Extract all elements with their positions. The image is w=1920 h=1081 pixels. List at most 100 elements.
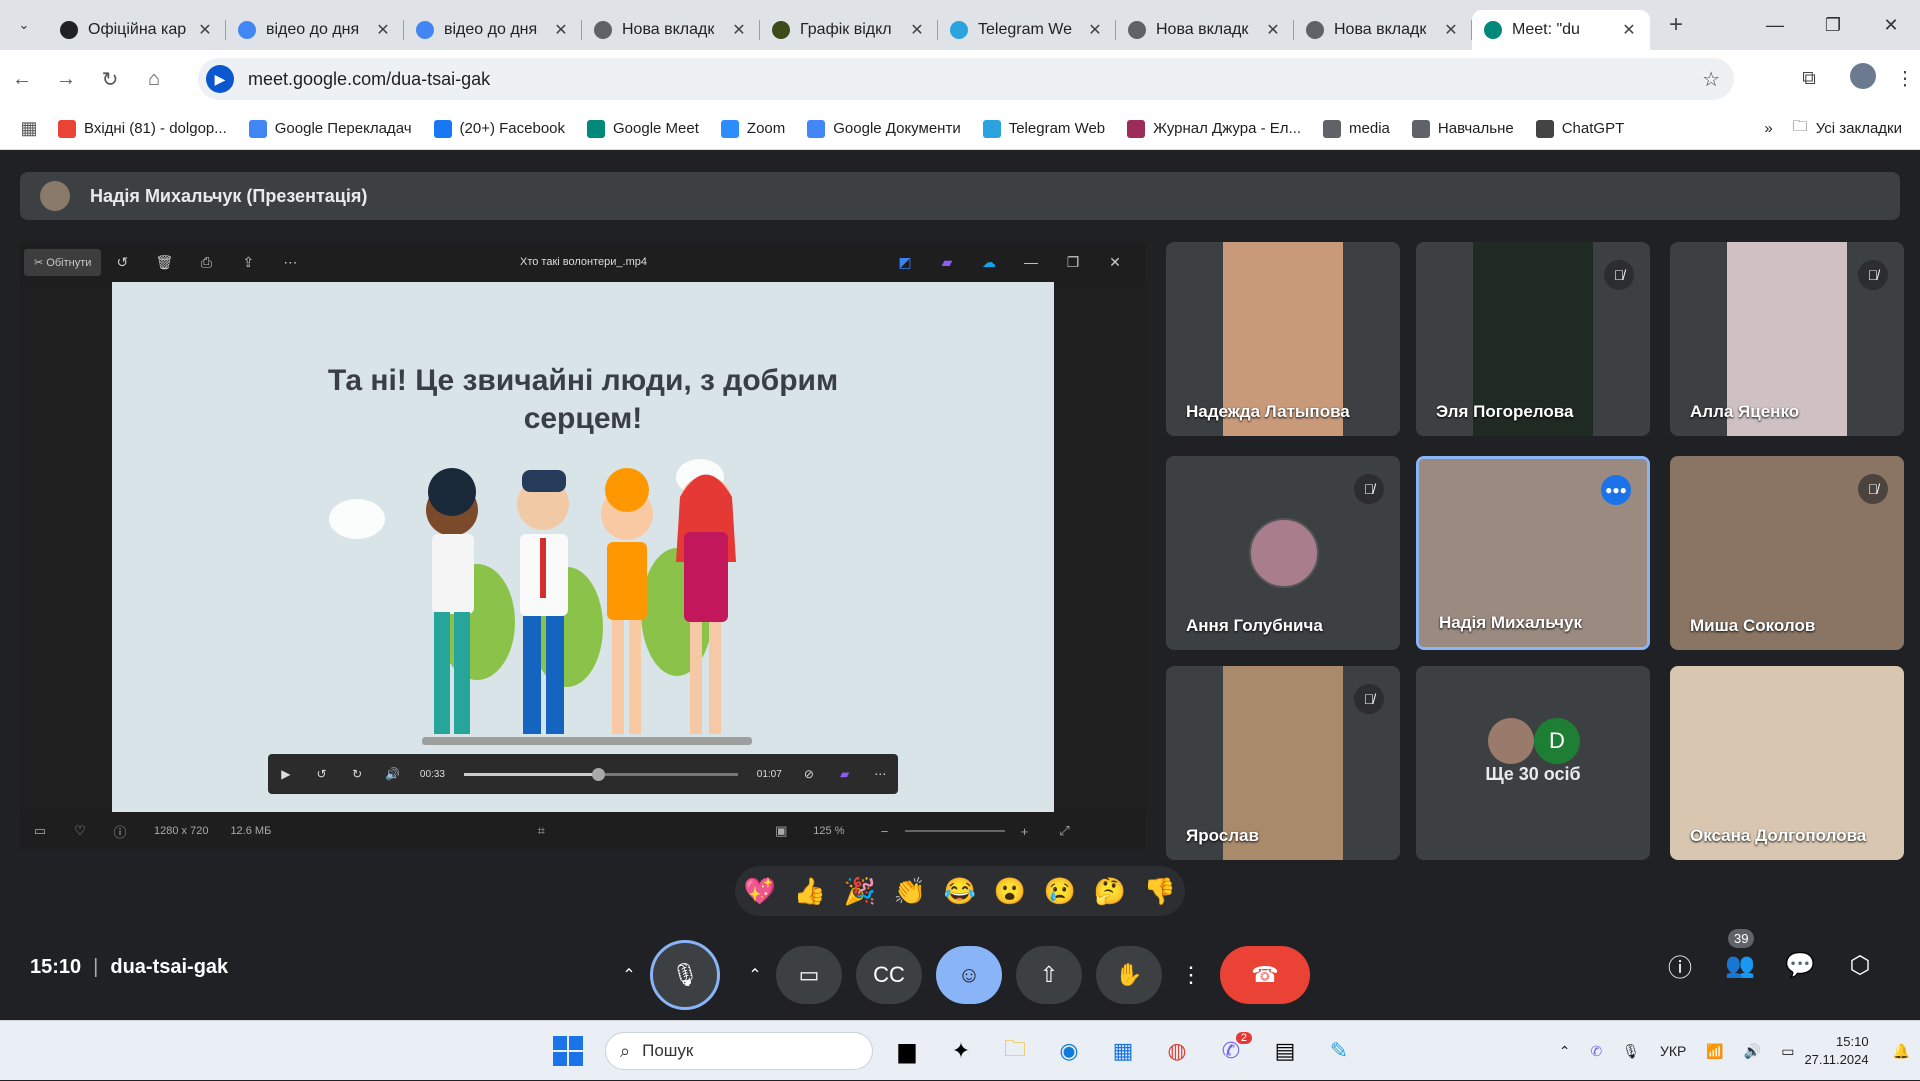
close-tab-icon[interactable]: ✕ [730,20,748,40]
close-tab-icon[interactable]: ✕ [1620,20,1638,40]
bookmark-item[interactable]: Zoom [720,119,785,138]
participant-tile[interactable]: D Ще 30 осіб [1416,666,1650,860]
language-indicator[interactable]: УКР [1660,1043,1686,1059]
seek-handle[interactable] [592,767,606,781]
filmstrip-icon[interactable]: ▭ [20,823,60,839]
close-tab-icon[interactable]: ✕ [552,20,570,40]
zoom-in-icon[interactable]: + [1005,824,1045,839]
bookmark-item[interactable]: Вхідні (81) - dolgop... [58,119,227,138]
video-frame[interactable]: Та ні! Це звичайні люди, з добрим серцем… [112,282,1054,812]
app-icon[interactable]: ▤ [1258,1038,1312,1064]
info-icon[interactable]: ⓘ [100,822,140,841]
close-tab-icon[interactable]: ✕ [374,20,392,40]
forward-icon[interactable]: → [44,68,88,91]
site-info-icon[interactable]: ▶ [206,65,234,93]
url-bar[interactable]: ▶ meet.google.com/dua-tsai-gak ☆ [198,58,1734,100]
close-tab-icon[interactable]: ✕ [908,20,926,40]
browser-tab[interactable]: Нова вкладк ✕ [1116,10,1294,50]
screenshot-icon[interactable]: ▣ [761,823,801,839]
clipchamp-small-icon[interactable]: ▰ [827,767,863,781]
clipchamp-icon[interactable]: ▰ [926,254,968,271]
file-explorer-icon[interactable]: 🗀 [988,1032,1042,1070]
browser-tab[interactable]: Офіційна кар ✕ [48,10,226,50]
restore-icon[interactable]: ❐ [1804,15,1862,36]
meeting-details-icon[interactable]: ⓘ [1650,948,1710,983]
bookmark-item[interactable]: media [1323,119,1390,138]
reaction-emoji[interactable]: 🎉 [844,876,876,907]
browser-tab[interactable]: відео до дня ✕ [226,10,404,50]
notifications-icon[interactable]: 🔔 [1893,1043,1910,1060]
wifi-icon[interactable]: 📶 [1706,1043,1723,1060]
more-options-icon[interactable]: ⋮ [1176,946,1206,1004]
rotate-icon[interactable]: ↺ [101,254,143,271]
paint-icon[interactable]: ✎ [1312,1038,1366,1064]
task-view-icon[interactable]: ▆ [880,1038,934,1064]
present-button[interactable]: ⇧ [1016,946,1082,1004]
reaction-emoji[interactable]: 😮 [994,876,1026,907]
bookmark-item[interactable]: (20+) Facebook [433,119,565,138]
reaction-emoji[interactable]: 😂 [944,876,976,907]
volume-icon[interactable]: 🔊 [375,767,411,781]
player-restore-icon[interactable]: ❐ [1052,254,1094,271]
seek-bar[interactable] [464,767,738,781]
copilot-icon[interactable]: ✦ [934,1038,988,1064]
bookmark-item[interactable]: Google Meet [587,119,699,138]
close-tab-icon[interactable]: ✕ [1264,20,1282,40]
bookmark-item[interactable]: Навчальне [1411,119,1514,138]
participant-tile[interactable]: 🎙̸ Ярослав [1166,666,1400,860]
fit-icon[interactable]: ⌗ [521,823,561,839]
new-tab-button[interactable]: + [1656,11,1696,39]
reactions-button[interactable]: ☺ [936,946,1002,1004]
mic-tray-icon[interactable]: 🎙 [1622,1043,1640,1060]
close-window-icon[interactable]: ✕ [1862,15,1920,36]
reaction-emoji[interactable]: 💖 [744,876,776,907]
menu-icon[interactable]: ⋮ [1890,68,1920,91]
onedrive-icon[interactable]: ☁ [968,254,1010,271]
bookmark-item[interactable]: Telegram Web [982,119,1105,138]
edit-icon[interactable]: ◩ [884,254,926,271]
activities-icon[interactable]: ⬡ [1830,951,1890,980]
player-close-icon[interactable]: ✕ [1094,254,1136,271]
more-icon[interactable]: ⋯ [269,254,311,271]
participant-tile[interactable]: 🎙̸ Миша Соколов [1670,456,1904,650]
captions-button[interactable]: CC [856,946,922,1004]
participant-tile[interactable]: Оксана Долгополова [1670,666,1904,860]
participant-tile[interactable]: 🎙̸ Эля Погорелова [1416,242,1650,436]
bookmark-item[interactable]: Google Перекладач [248,119,412,138]
trim-button[interactable]: ✂ Обітнути [24,248,102,276]
zoom-out-icon[interactable]: − [865,824,905,839]
video-options-icon[interactable]: ⌃ [734,946,776,1004]
print-icon[interactable]: ⎙ [185,254,227,271]
people-icon[interactable]: 👥 39 [1710,929,1770,980]
profile-avatar[interactable] [1836,63,1890,95]
participant-tile[interactable]: Надежда Латыпова [1166,242,1400,436]
fullscreen-icon[interactable]: ⤢ [1045,823,1085,839]
browser-tab[interactable]: Telegram We ✕ [938,10,1116,50]
browser-tab[interactable]: Графік відкл ✕ [760,10,938,50]
forward-30-icon[interactable]: ↻ [339,767,375,781]
rewind-10-icon[interactable]: ↺ [304,767,340,781]
favorite-icon[interactable]: ♡ [60,823,100,839]
browser-tab[interactable]: Нова вкладк ✕ [582,10,760,50]
apps-grid-icon[interactable]: ▦ [0,118,58,139]
browser-tab[interactable]: Нова вкладк ✕ [1294,10,1472,50]
tray-chevron-icon[interactable]: ⌃ [1559,1043,1571,1060]
participant-tile[interactable]: 🎙̸ Алла Яценко [1670,242,1904,436]
start-button[interactable] [553,1036,583,1066]
home-icon[interactable]: ⌂ [132,68,176,91]
taskbar-search[interactable]: ⌕ Пошук [605,1032,873,1070]
viber-tray-icon[interactable]: ✆ [1590,1043,1602,1060]
video-more-icon[interactable]: ⋯ [862,767,898,781]
minimize-icon[interactable]: — [1746,15,1804,36]
microphone-button[interactable]: 🎙 [650,940,720,1010]
extensions-icon[interactable]: ⧉ [1782,68,1836,90]
volume-tray-icon[interactable]: 🔊 [1744,1043,1761,1060]
delete-icon[interactable]: 🗑 [143,254,185,271]
reaction-emoji[interactable]: 🤔 [1094,876,1126,907]
more-bookmarks-icon[interactable]: » [1764,120,1772,137]
close-tab-icon[interactable]: ✕ [196,20,214,40]
back-icon[interactable]: ← [0,68,44,91]
chat-icon[interactable]: 💬 [1770,951,1830,980]
bookmark-star-icon[interactable]: ☆ [1702,67,1720,92]
reaction-emoji[interactable]: 👍 [794,876,826,907]
